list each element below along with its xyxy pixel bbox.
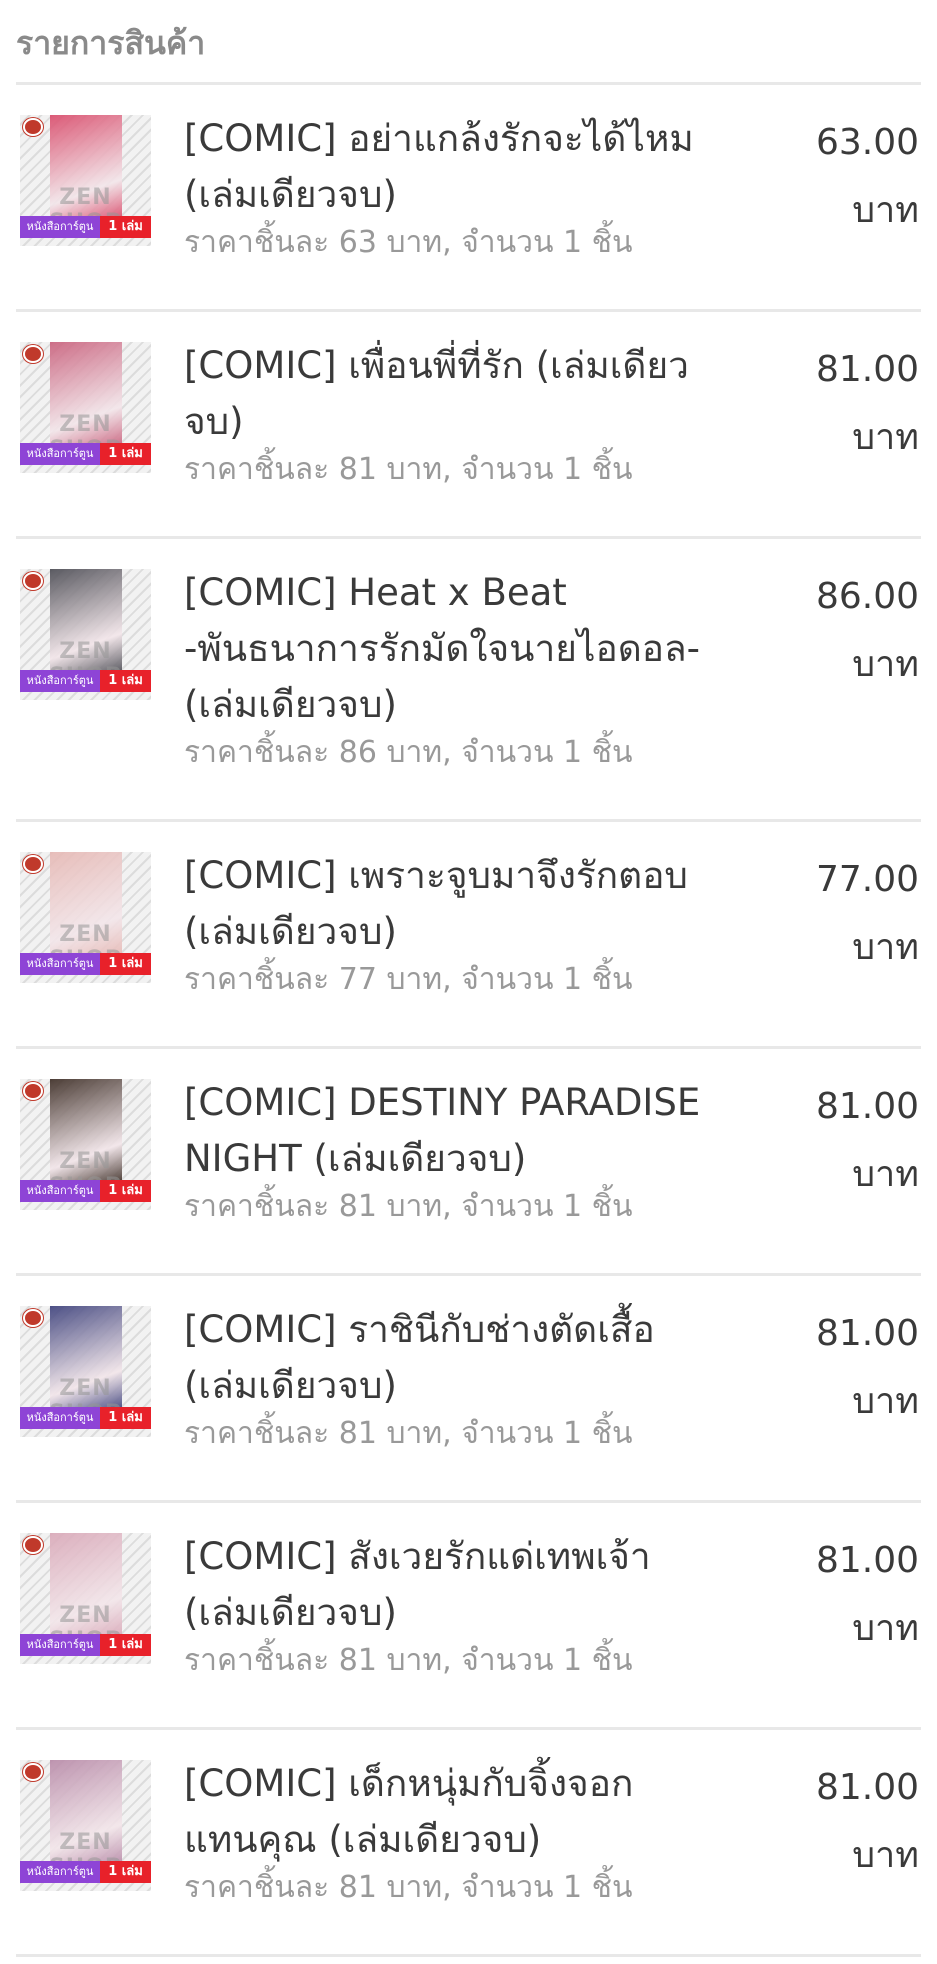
list-item[interactable]: ZEN SHOP หนังสือการ์ตูน 1 เล่ม [COMIC] ร… <box>16 1276 921 1503</box>
shop-logo-icon <box>23 1082 43 1100</box>
product-price: 81.00 <box>815 1086 919 1127</box>
price-unit: บาท <box>852 927 919 968</box>
shop-logo-icon <box>23 118 43 136</box>
list-item[interactable]: ZEN SHOP หนังสือการ์ตูน 1 เล่ม [COMIC] เ… <box>16 312 921 539</box>
product-badge: หนังสือการ์ตูน 1 เล่ม <box>20 953 151 975</box>
price-box: 81.00 บาท <box>816 1079 919 1203</box>
product-detail: ราคาชิ้นละ 86 บาท, จำนวน 1 ชิ้น <box>184 735 633 770</box>
price-unit: บาท <box>852 1154 919 1195</box>
shop-logo-icon <box>23 572 43 590</box>
product-detail: ราคาชิ้นละ 81 บาท, จำนวน 1 ชิ้น <box>184 1416 633 1451</box>
shop-logo-icon <box>23 855 43 873</box>
shop-logo-icon <box>23 345 43 363</box>
product-badge: หนังสือการ์ตูน 1 เล่ม <box>20 1634 151 1656</box>
price-box: 81.00 บาท <box>816 1533 919 1657</box>
price-unit: บาท <box>852 417 919 458</box>
badge-category: หนังสือการ์ตูน <box>20 216 100 238</box>
price-unit: บาท <box>852 644 919 685</box>
product-title[interactable]: [COMIC] ราชินีกับช่างตัดเสื้อ (เล่มเดียว… <box>184 1302 724 1414</box>
product-price: 81.00 <box>815 1540 919 1581</box>
product-price: 86.00 <box>815 576 919 617</box>
product-title[interactable]: [COMIC] เด็กหนุ่มกับจิ้งจอกแทนคุณ (เล่มเ… <box>184 1756 724 1868</box>
price-box: 81.00 บาท <box>816 1760 919 1884</box>
product-info: [COMIC] อย่าแกล้งรักจะได้ไหม (เล่มเดียวจ… <box>184 111 724 265</box>
product-thumbnail[interactable]: ZEN SHOP หนังสือการ์ตูน 1 เล่ม <box>20 1533 151 1664</box>
product-thumbnail[interactable]: ZEN SHOP หนังสือการ์ตูน 1 เล่ม <box>20 115 151 246</box>
price-unit: บาท <box>852 1835 919 1876</box>
product-title[interactable]: [COMIC] เพื่อนพี่ที่รัก (เล่มเดียวจบ) <box>184 338 724 450</box>
product-badge: หนังสือการ์ตูน 1 เล่ม <box>20 1861 151 1883</box>
badge-volume: 1 เล่ม <box>100 1634 151 1656</box>
price-box: 81.00 บาท <box>816 1306 919 1430</box>
product-badge: หนังสือการ์ตูน 1 เล่ม <box>20 670 151 692</box>
product-detail: ราคาชิ้นละ 81 บาท, จำนวน 1 ชิ้น <box>184 1643 633 1678</box>
product-detail: ราคาชิ้นละ 77 บาท, จำนวน 1 ชิ้น <box>184 962 633 997</box>
product-price: 77.00 <box>815 859 919 900</box>
list-item[interactable]: ZEN SHOP หนังสือการ์ตูน 1 เล่ม [COMIC] อ… <box>16 85 921 312</box>
list-item[interactable]: ZEN SHOP หนังสือการ์ตูน 1 เล่ม [COMIC] ส… <box>16 1503 921 1730</box>
product-info: [COMIC] เด็กหนุ่มกับจิ้งจอกแทนคุณ (เล่มเ… <box>184 1756 724 1910</box>
section-title: รายการสินค้า <box>16 24 206 62</box>
product-title[interactable]: [COMIC] เพราะจูบมาจึงรักตอบ (เล่มเดียวจบ… <box>184 848 724 960</box>
badge-volume: 1 เล่ม <box>100 216 151 238</box>
product-info: [COMIC] สังเวยรักแด่เทพเจ้า (เล่มเดียวจบ… <box>184 1529 724 1683</box>
product-thumbnail[interactable]: ZEN SHOP หนังสือการ์ตูน 1 เล่ม <box>20 569 151 700</box>
price-unit: บาท <box>852 1608 919 1649</box>
product-price: 81.00 <box>815 1767 919 1808</box>
badge-volume: 1 เล่ม <box>100 1407 151 1429</box>
product-info: [COMIC] ราชินีกับช่างตัดเสื้อ (เล่มเดียว… <box>184 1302 724 1456</box>
product-title[interactable]: [COMIC] DESTINY PARADISE NIGHT (เล่มเดีย… <box>184 1075 724 1187</box>
product-badge: หนังสือการ์ตูน 1 เล่ม <box>20 1407 151 1429</box>
product-badge: หนังสือการ์ตูน 1 เล่ม <box>20 216 151 238</box>
list-item[interactable]: ZEN SHOP หนังสือการ์ตูน 1 เล่ม [COMIC] D… <box>16 1049 921 1276</box>
product-thumbnail[interactable]: ZEN SHOP หนังสือการ์ตูน 1 เล่ม <box>20 852 151 983</box>
list-item[interactable]: ZEN SHOP หนังสือการ์ตูน 1 เล่ม [COMIC] เ… <box>16 1730 921 1957</box>
badge-volume: 1 เล่ม <box>100 670 151 692</box>
badge-volume: 1 เล่ม <box>100 953 151 975</box>
product-detail: ราคาชิ้นละ 63 บาท, จำนวน 1 ชิ้น <box>184 225 633 260</box>
badge-volume: 1 เล่ม <box>100 1180 151 1202</box>
shop-logo-icon <box>23 1309 43 1327</box>
product-price: 81.00 <box>815 349 919 390</box>
price-unit: บาท <box>852 190 919 231</box>
product-badge: หนังสือการ์ตูน 1 เล่ม <box>20 1180 151 1202</box>
shop-logo-icon <box>23 1763 43 1781</box>
price-box: 77.00 บาท <box>816 852 919 976</box>
badge-volume: 1 เล่ม <box>100 443 151 465</box>
product-thumbnail[interactable]: ZEN SHOP หนังสือการ์ตูน 1 เล่ม <box>20 1760 151 1891</box>
product-detail: ราคาชิ้นละ 81 บาท, จำนวน 1 ชิ้น <box>184 1189 633 1224</box>
list-item[interactable]: ZEN SHOP หนังสือการ์ตูน 1 เล่ม [COMIC] H… <box>16 539 921 822</box>
product-info: [COMIC] DESTINY PARADISE NIGHT (เล่มเดีย… <box>184 1075 724 1229</box>
badge-category: หนังสือการ์ตูน <box>20 670 100 692</box>
product-info: [COMIC] เพื่อนพี่ที่รัก (เล่มเดียวจบ) รา… <box>184 338 724 492</box>
product-title[interactable]: [COMIC] อย่าแกล้งรักจะได้ไหม (เล่มเดียวจ… <box>184 111 724 223</box>
product-list: ZEN SHOP หนังสือการ์ตูน 1 เล่ม [COMIC] อ… <box>0 85 937 1957</box>
product-price: 81.00 <box>815 1313 919 1354</box>
product-info: [COMIC] Heat x Beat -พันธนาการรักมัดใจนา… <box>184 565 724 775</box>
badge-category: หนังสือการ์ตูน <box>20 953 100 975</box>
price-box: 63.00 บาท <box>816 115 919 239</box>
badge-category: หนังสือการ์ตูน <box>20 1861 100 1883</box>
product-badge: หนังสือการ์ตูน 1 เล่ม <box>20 443 151 465</box>
list-item[interactable]: ZEN SHOP หนังสือการ์ตูน 1 เล่ม [COMIC] เ… <box>16 822 921 1049</box>
badge-category: หนังสือการ์ตูน <box>20 443 100 465</box>
price-unit: บาท <box>852 1381 919 1422</box>
badge-category: หนังสือการ์ตูน <box>20 1634 100 1656</box>
shop-logo-icon <box>23 1536 43 1554</box>
badge-category: หนังสือการ์ตูน <box>20 1180 100 1202</box>
product-title[interactable]: [COMIC] Heat x Beat -พันธนาการรักมัดใจนา… <box>184 565 724 733</box>
product-thumbnail[interactable]: ZEN SHOP หนังสือการ์ตูน 1 เล่ม <box>20 342 151 473</box>
product-detail: ราคาชิ้นละ 81 บาท, จำนวน 1 ชิ้น <box>184 452 633 487</box>
price-box: 81.00 บาท <box>816 342 919 466</box>
price-box: 86.00 บาท <box>816 569 919 693</box>
product-thumbnail[interactable]: ZEN SHOP หนังสือการ์ตูน 1 เล่ม <box>20 1079 151 1210</box>
badge-volume: 1 เล่ม <box>100 1861 151 1883</box>
product-info: [COMIC] เพราะจูบมาจึงรักตอบ (เล่มเดียวจบ… <box>184 848 724 1002</box>
product-detail: ราคาชิ้นละ 81 บาท, จำนวน 1 ชิ้น <box>184 1870 633 1905</box>
product-title[interactable]: [COMIC] สังเวยรักแด่เทพเจ้า (เล่มเดียวจบ… <box>184 1529 724 1641</box>
product-thumbnail[interactable]: ZEN SHOP หนังสือการ์ตูน 1 เล่ม <box>20 1306 151 1437</box>
badge-category: หนังสือการ์ตูน <box>20 1407 100 1429</box>
product-price: 63.00 <box>815 122 919 163</box>
